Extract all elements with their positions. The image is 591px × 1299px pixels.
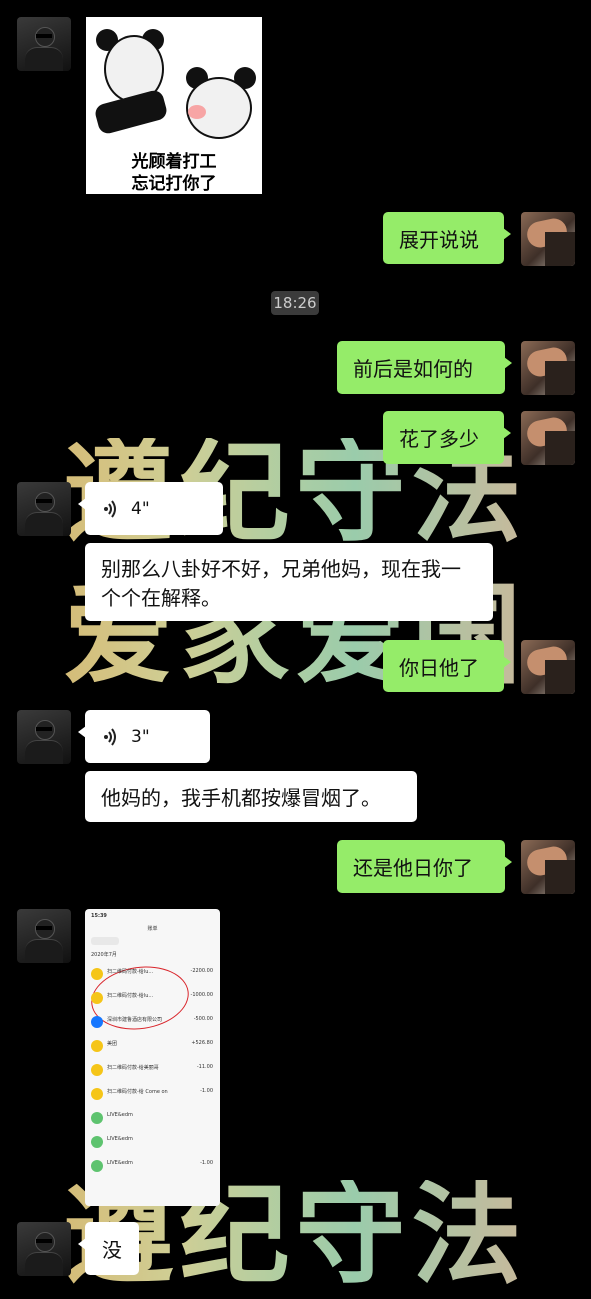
shot-month: 2020年7月 [91, 952, 117, 958]
self-avatar[interactable] [521, 640, 575, 694]
voice-icon [101, 499, 121, 519]
timestamp: 18:26 [271, 291, 319, 315]
shot-row-label: LIVE&edm [107, 1136, 133, 1142]
message-bubble-self[interactable]: 前后是如何的 [337, 341, 512, 394]
voice-duration: 3" [131, 726, 150, 747]
shot-row-label: 美团 [107, 1041, 118, 1047]
voice-message[interactable]: 4" [78, 482, 223, 535]
message-text: 别那么八卦好不好，兄弟他妈，现在我一个个在解释。 [101, 557, 461, 610]
shot-row-label: 扫二维码付款-给 Come on [107, 1089, 168, 1095]
message-text: 前后是如何的 [353, 357, 473, 381]
message-text: 没 [102, 1238, 122, 1262]
shot-row-amount: -1000.00 [190, 992, 213, 998]
message-bubble-self[interactable]: 展开说说 [383, 212, 511, 264]
shot-row-label: LIVE&edm [107, 1112, 133, 1118]
self-avatar[interactable] [521, 212, 575, 266]
shot-row-label: LIVE&edm [107, 1160, 133, 1166]
self-avatar[interactable] [521, 840, 575, 894]
panda-sticker[interactable]: 光顾着打工 忘记打你了 [86, 17, 262, 194]
shot-row-amount: -1.00 [200, 1088, 213, 1094]
message-text: 你日他了 [399, 655, 479, 680]
shot-row-label: 扫二维码付款-给lu... [107, 969, 154, 975]
message-text: 展开说说 [399, 227, 479, 252]
message-text: 他妈的，我手机都按爆冒烟了。 [101, 786, 381, 810]
shot-time: 15:39 [91, 913, 107, 919]
message-bubble-friend[interactable]: 没 [78, 1222, 139, 1275]
shot-row-label: 扫二维码付款-给lu... [107, 993, 154, 999]
friend-avatar[interactable] [17, 1222, 71, 1276]
shot-row-label: 深圳市建鲁酒店有限公司 [107, 1017, 163, 1023]
message-bubble-self[interactable]: 花了多少 [383, 411, 511, 464]
shot-row-amount: +526.80 [191, 1040, 213, 1046]
message-bubble-friend[interactable]: 他妈的，我手机都按爆冒烟了。 [85, 771, 417, 822]
voice-duration: 4" [131, 498, 150, 519]
friend-avatar[interactable] [17, 482, 71, 536]
friend-avatar[interactable] [17, 710, 71, 764]
voice-message[interactable]: 3" [78, 710, 210, 763]
message-bubble-self[interactable]: 还是他日你了 [337, 840, 512, 893]
message-bubble-self[interactable]: 你日他了 [383, 640, 511, 692]
message-text: 还是他日你了 [353, 856, 473, 880]
voice-icon [101, 727, 121, 747]
message-text: 花了多少 [399, 427, 479, 451]
bill-screenshot-image[interactable]: 15:39 账单 2020年7月 扫二维码付款-给lu... -2200.00 扫… [85, 909, 220, 1206]
shot-row-label: 扫二维码付款-给美丽哥 [107, 1065, 159, 1071]
shot-title: 账单 [147, 926, 158, 932]
friend-avatar[interactable] [17, 909, 71, 963]
sticker-caption-2: 忘记打你了 [131, 174, 217, 194]
friend-avatar[interactable] [17, 17, 71, 71]
shot-row-amount: -1.00 [200, 1160, 213, 1166]
shot-row-amount: -11.00 [196, 1064, 213, 1070]
self-avatar[interactable] [521, 341, 575, 395]
message-bubble-friend[interactable]: 别那么八卦好不好，兄弟他妈，现在我一个个在解释。 [85, 543, 493, 621]
shot-row-amount: -500.00 [193, 1016, 213, 1022]
shot-row-amount: -2200.00 [190, 968, 213, 974]
self-avatar[interactable] [521, 411, 575, 465]
